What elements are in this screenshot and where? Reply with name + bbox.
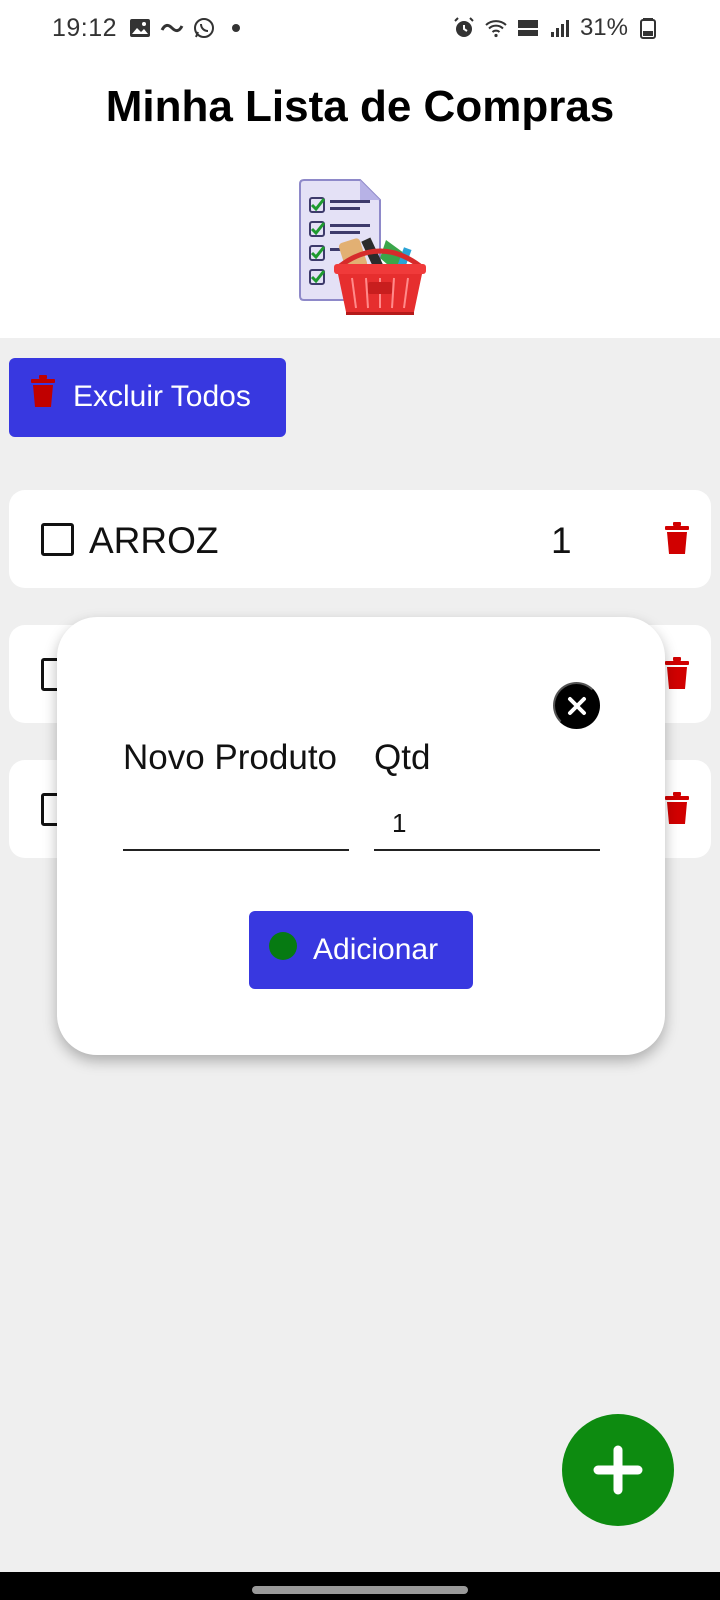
trash-icon [31, 375, 55, 407]
close-icon [567, 696, 586, 715]
item-name: ARROZ [89, 520, 219, 561]
qty-label: Qtd [374, 738, 431, 777]
list-item: ARROZ 1 [9, 490, 711, 588]
battery-percent: 31% [579, 14, 628, 41]
add-circle-icon [269, 932, 297, 960]
gallery-icon [130, 19, 150, 37]
status-bar: 19:12 31% [0, 0, 720, 60]
plus-icon [593, 1445, 643, 1495]
status-right-icons: 31% [452, 14, 660, 42]
trash-icon[interactable] [663, 522, 691, 554]
page-title: Minha Lista de Compras [105, 82, 615, 131]
whatsapp-icon [194, 18, 214, 38]
battery-icon [640, 18, 656, 39]
volte-icon [517, 20, 538, 36]
navigation-bar [0, 1572, 720, 1600]
alarm-icon [454, 17, 474, 37]
delete-all-button[interactable]: Excluir Todos [9, 358, 286, 437]
dot-icon [232, 24, 240, 32]
app-header: Minha Lista de Compras [0, 60, 720, 338]
add-item-fab[interactable] [562, 1414, 674, 1526]
close-modal-button[interactable] [553, 682, 600, 729]
add-button[interactable]: Adicionar [249, 911, 473, 989]
status-time: 19:12 [52, 14, 118, 42]
wifi-icon [485, 20, 507, 38]
trash-icon[interactable] [663, 657, 691, 689]
qty-input[interactable] [374, 797, 600, 851]
add-product-modal: Novo Produto Qtd Adicionar [57, 617, 665, 1055]
trash-icon[interactable] [663, 792, 691, 824]
shopping-list-basket-icon [299, 179, 426, 315]
signal-icon [550, 20, 569, 37]
item-qty: 1 [551, 520, 572, 561]
product-input[interactable] [123, 797, 349, 851]
status-left-icons [128, 16, 248, 40]
item-checkbox[interactable] [41, 523, 74, 556]
ifood-icon [160, 23, 184, 33]
product-label: Novo Produto [123, 738, 338, 777]
delete-all-label: Excluir Todos [73, 380, 251, 413]
add-label: Adicionar [313, 933, 439, 966]
home-handle[interactable] [252, 1586, 468, 1594]
